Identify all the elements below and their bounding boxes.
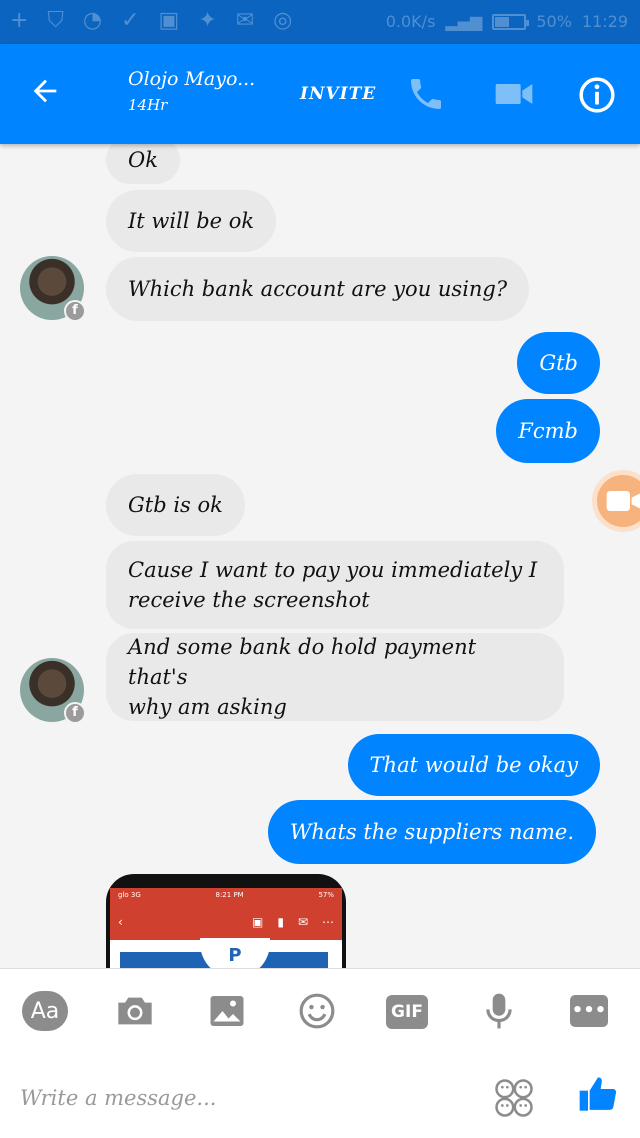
message-bubble-incoming[interactable]: Which bank account are you using? bbox=[106, 257, 530, 321]
gallery-icon[interactable] bbox=[206, 989, 248, 1033]
attachment-status-bar: glo 3G 8:21 PM 57% bbox=[110, 888, 342, 904]
archive-icon: ▣ bbox=[251, 915, 264, 929]
thumbs-up-icon[interactable] bbox=[578, 1072, 618, 1120]
message-text: Whats the suppliers name. bbox=[289, 820, 574, 844]
avatar[interactable]: f bbox=[20, 658, 86, 724]
back-button[interactable] bbox=[28, 74, 72, 114]
message-bubble-incoming[interactable]: Gtb is ok bbox=[106, 474, 245, 536]
data-speed: 0.0K/s bbox=[385, 12, 436, 31]
facebook-badge-icon: f bbox=[64, 300, 86, 322]
message-bubble-incoming[interactable]: And some bank do hold payment that's why … bbox=[106, 633, 564, 721]
status-right: 0.0K/s ▂▄▆ 50% 11:29 bbox=[386, 12, 628, 31]
clock: 11:29 bbox=[581, 12, 628, 31]
message-bubble-incoming[interactable]: It will be ok bbox=[106, 190, 277, 252]
message-text: Gtb bbox=[539, 351, 578, 375]
avatar[interactable]: f bbox=[20, 256, 86, 322]
paypal-logo: P bbox=[200, 938, 270, 968]
composer-toolbar: Aa GIF ••• bbox=[0, 968, 640, 1052]
chevron-left-icon: ‹ bbox=[118, 915, 123, 929]
message-bubble-outgoing[interactable]: Gtb bbox=[517, 332, 600, 394]
contact-status: 14Hr bbox=[128, 96, 168, 114]
message-bubble-outgoing[interactable]: Fcmb bbox=[496, 399, 600, 463]
camera-icon[interactable] bbox=[114, 989, 156, 1033]
conversation-header: Olojo Mayo... 14Hr INVITE bbox=[0, 44, 640, 144]
phone-icon[interactable] bbox=[406, 74, 446, 118]
emoji-icon[interactable] bbox=[296, 989, 338, 1033]
image-attachment[interactable]: glo 3G 8:21 PM 57% ‹ ▣ ▮ ✉ ⋯ P bbox=[106, 874, 346, 968]
battery-percent: 50% bbox=[536, 12, 572, 31]
invite-button[interactable]: INVITE bbox=[300, 84, 376, 104]
video-call-icon[interactable] bbox=[494, 78, 534, 114]
trash-icon: ▮ bbox=[277, 915, 284, 929]
message-input[interactable] bbox=[20, 1080, 460, 1116]
signal-icon: ▂▄▆ bbox=[445, 12, 483, 31]
message-text: Fcmb bbox=[518, 419, 578, 443]
sticker-icon[interactable] bbox=[494, 1078, 534, 1122]
message-text: That would be okay bbox=[369, 753, 578, 777]
message-bubble-outgoing[interactable]: Whats the suppliers name. bbox=[267, 800, 596, 864]
message-text: Cause I want to pay you immediately Irec… bbox=[128, 558, 538, 612]
info-icon[interactable] bbox=[578, 76, 616, 118]
attachment-toolbar: ‹ ▣ ▮ ✉ ⋯ bbox=[110, 904, 342, 940]
message-text: Ok bbox=[128, 148, 158, 172]
message-text: Gtb is ok bbox=[128, 493, 223, 517]
contact-info[interactable]: Olojo Mayo... 14Hr bbox=[128, 68, 255, 114]
message-bubble-outgoing[interactable]: That would be okay bbox=[347, 734, 600, 796]
arrow-left-icon bbox=[33, 79, 57, 103]
text-format-button[interactable]: Aa bbox=[22, 991, 68, 1031]
more-options-button[interactable]: ••• bbox=[570, 995, 608, 1027]
contact-name: Olojo Mayo... bbox=[128, 68, 256, 90]
message-list[interactable]: Ok It will be ok f Which bank account ar… bbox=[0, 144, 640, 968]
facebook-badge-icon: f bbox=[64, 702, 86, 724]
gif-button[interactable]: GIF bbox=[386, 995, 428, 1029]
status-bar: + ⛉ ◔ ✓ ▣ ✦ ✉ ◎ 0.0K/s ▂▄▆ 50% 11:29 bbox=[0, 0, 640, 44]
microphone-icon[interactable] bbox=[478, 989, 520, 1033]
message-text: Which bank account are you using? bbox=[128, 277, 508, 301]
composer bbox=[0, 1052, 640, 1138]
message-text: And some bank do hold payment that's why … bbox=[128, 635, 477, 719]
video-chat-head-icon[interactable] bbox=[592, 470, 640, 532]
more-icon: ⋯ bbox=[322, 915, 334, 929]
message-bubble-incoming[interactable]: Ok bbox=[106, 144, 180, 184]
message-bubble-incoming[interactable]: Cause I want to pay you immediately Irec… bbox=[106, 541, 564, 629]
battery-icon bbox=[492, 13, 530, 30]
message-text: It will be ok bbox=[128, 209, 255, 233]
mail-icon: ✉ bbox=[297, 915, 308, 929]
notification-icons: + ⛉ ◔ ✓ ▣ ✦ ✉ ◎ bbox=[10, 8, 299, 33]
